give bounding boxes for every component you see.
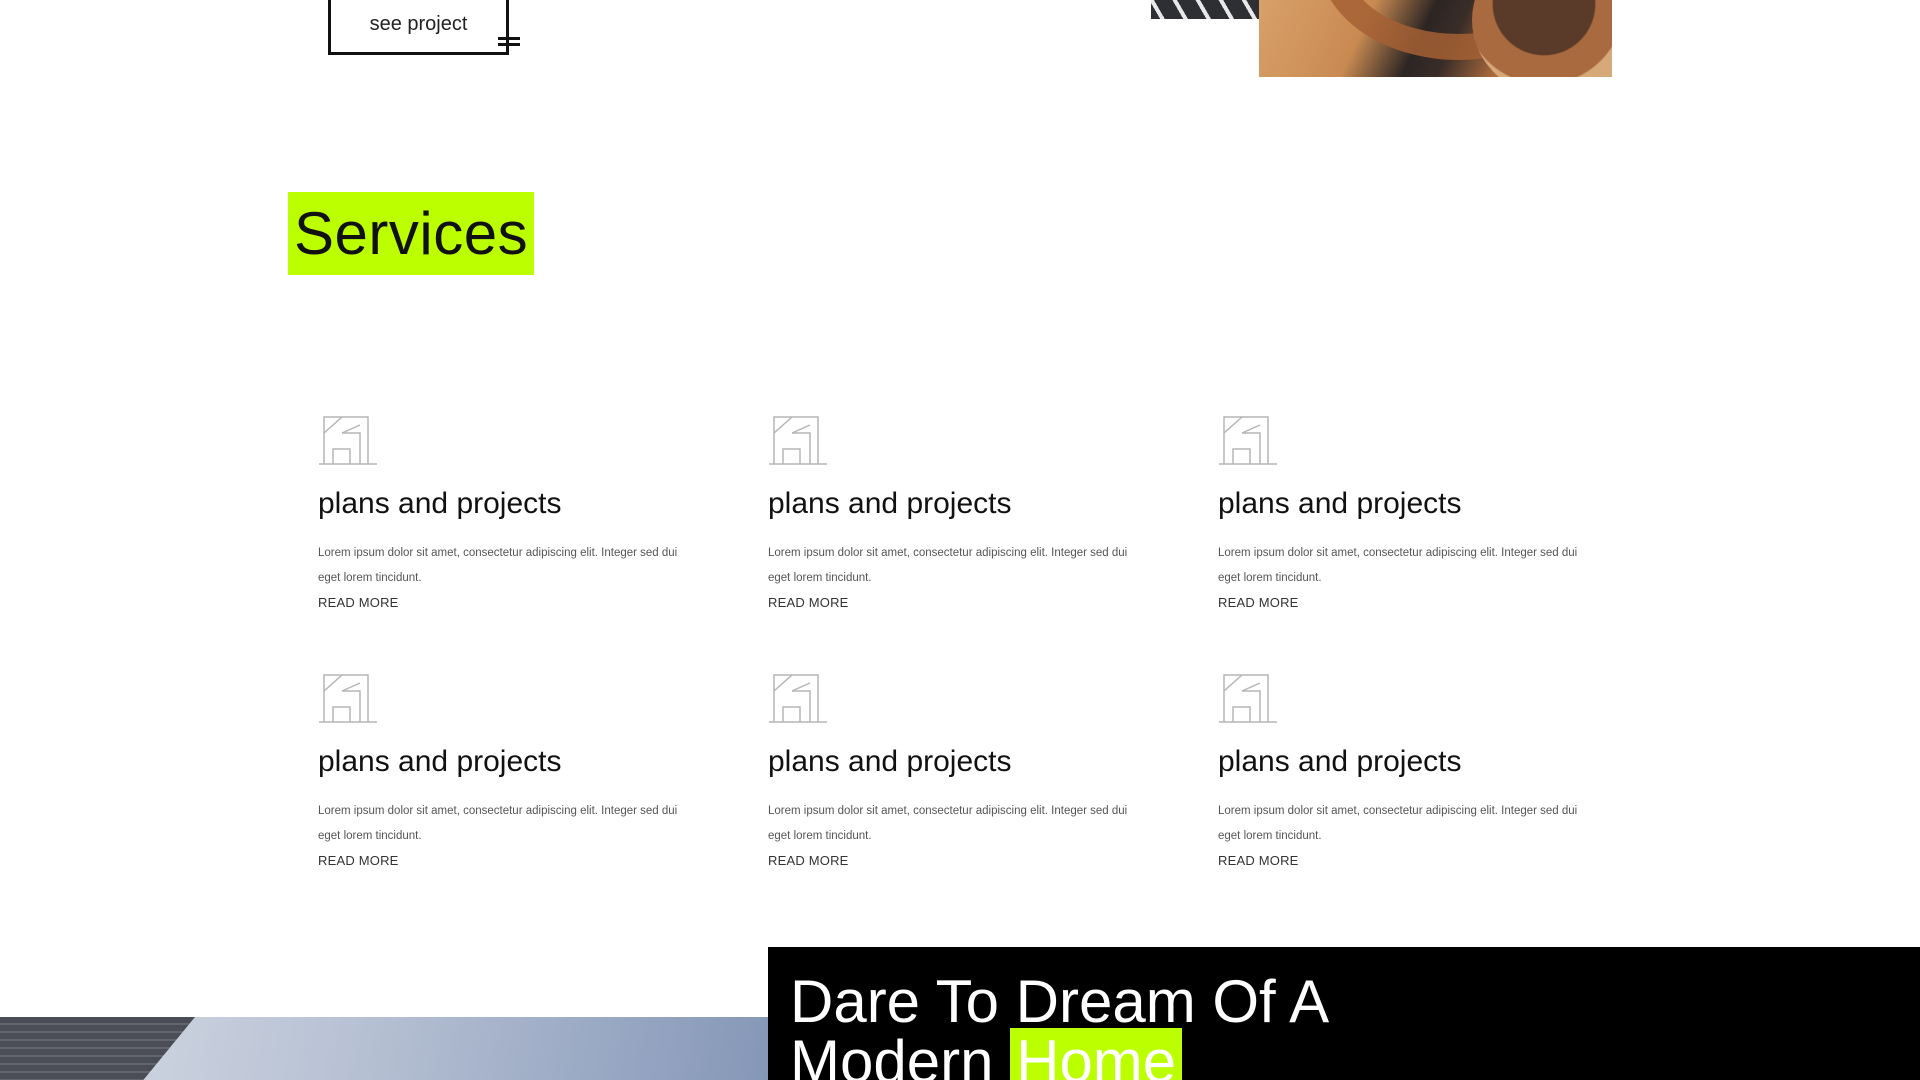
project-image [1259, 0, 1612, 77]
dream-banner: Dare To Dream Of A Modern Home [768, 947, 1920, 1080]
service-card: plans and projects Lorem ipsum dolor sit… [1218, 411, 1618, 612]
dream-heading-line2: Modern [790, 1028, 994, 1080]
building-image [0, 1017, 768, 1080]
floor-plan-icon [1219, 674, 1277, 723]
floor-plan-icon [769, 416, 827, 465]
button-corner-decoration [498, 37, 520, 46]
floor-plan-icon [769, 674, 827, 723]
service-description: Lorem ipsum dolor sit amet, consectetur … [318, 805, 678, 842]
read-more-link[interactable]: READ MORE [768, 595, 849, 610]
floor-plan-icon [319, 416, 377, 465]
floor-plan-icon [319, 674, 377, 723]
read-more-link[interactable]: READ MORE [1218, 595, 1299, 610]
service-card: plans and projects Lorem ipsum dolor sit… [318, 669, 718, 870]
floor-plan-icon [1219, 416, 1277, 465]
service-card: plans and projects Lorem ipsum dolor sit… [1218, 669, 1618, 870]
service-title: plans and projects [768, 745, 1012, 778]
dream-heading-line1: Dare To Dream Of A [790, 968, 1330, 1035]
service-description: Lorem ipsum dolor sit amet, consectetur … [768, 547, 1128, 584]
read-more-link[interactable]: READ MORE [1218, 853, 1299, 868]
service-title: plans and projects [318, 487, 562, 520]
see-project-label: see project [369, 13, 468, 35]
project-thumbnail-image [1151, 0, 1259, 19]
see-project-button[interactable]: see project [328, 0, 520, 55]
service-description: Lorem ipsum dolor sit amet, consectetur … [1218, 805, 1578, 842]
services-heading: Services [288, 192, 535, 275]
service-title: plans and projects [1218, 745, 1462, 778]
service-card: plans and projects Lorem ipsum dolor sit… [318, 411, 718, 612]
read-more-link[interactable]: READ MORE [768, 853, 849, 868]
service-title: plans and projects [1218, 487, 1462, 520]
service-description: Lorem ipsum dolor sit amet, consectetur … [318, 547, 678, 584]
service-description: Lorem ipsum dolor sit amet, consectetur … [1218, 547, 1578, 584]
read-more-link[interactable]: READ MORE [318, 595, 399, 610]
service-card: plans and projects Lorem ipsum dolor sit… [768, 411, 1168, 612]
service-title: plans and projects [768, 487, 1012, 520]
read-more-link[interactable]: READ MORE [318, 853, 399, 868]
service-title: plans and projects [318, 745, 562, 778]
dream-heading: Dare To Dream Of A Modern Home [790, 972, 1329, 1080]
dream-heading-highlight: Home [1010, 1028, 1183, 1080]
service-card: plans and projects Lorem ipsum dolor sit… [768, 669, 1168, 870]
service-description: Lorem ipsum dolor sit amet, consectetur … [768, 805, 1128, 842]
